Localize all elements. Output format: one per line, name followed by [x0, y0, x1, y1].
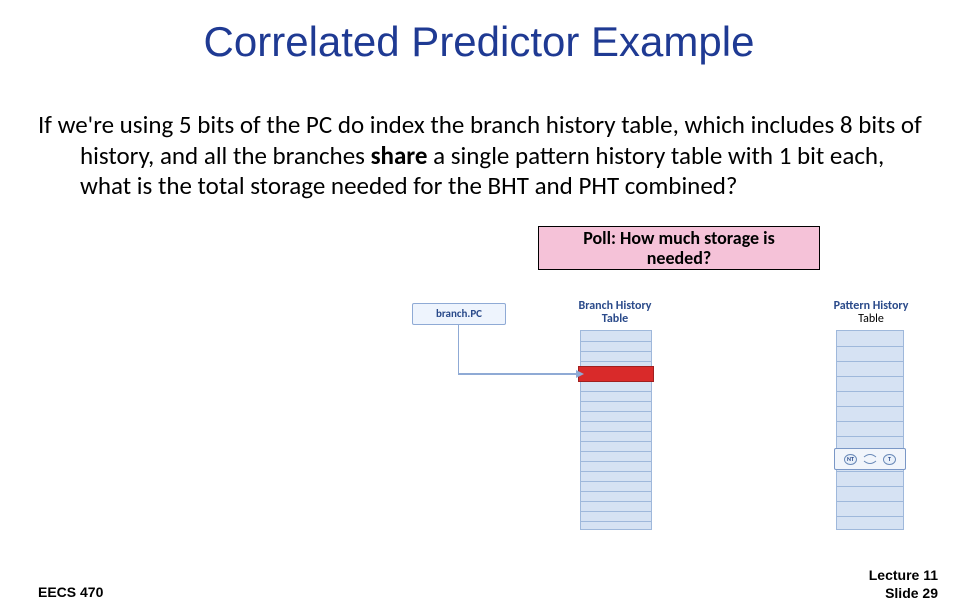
diagram: branch.PC Branch History Table Pattern H… [350, 300, 920, 540]
body-paragraph: If we're using 5 bits of the PC do index… [38, 110, 928, 202]
table-row [837, 486, 903, 493]
slide-title: Correlated Predictor Example [0, 18, 958, 66]
bht-highlighted-entry [578, 366, 654, 382]
poll-box: Poll: How much storage is needed? [538, 226, 820, 270]
state-nt-circle: NT [844, 454, 857, 465]
table-row [837, 516, 903, 523]
table-row [837, 436, 903, 443]
state-transition-arrows-icon [863, 453, 877, 465]
table-row [581, 441, 651, 448]
table-row [581, 391, 651, 398]
bht-column [580, 330, 652, 530]
table-row [581, 491, 651, 498]
pht-highlighted-entry: NT T [834, 448, 906, 470]
pht-label-bottom: Table [858, 312, 884, 326]
state-t-circle: T [883, 454, 896, 465]
table-row [837, 406, 903, 413]
table-row [581, 421, 651, 428]
table-row [581, 351, 651, 358]
table-row [581, 341, 651, 348]
table-row [581, 501, 651, 508]
pht-label-top: Pattern History [834, 299, 909, 313]
table-row [581, 451, 651, 458]
table-row [581, 461, 651, 468]
table-row [837, 501, 903, 508]
table-row [837, 376, 903, 383]
table-row [581, 471, 651, 478]
table-row [581, 381, 651, 388]
table-row [837, 391, 903, 398]
pht-column [836, 330, 904, 530]
poll-line2: needed? [543, 249, 815, 269]
pht-label: Pattern History Table [826, 300, 916, 326]
footer-course: EECS 470 [38, 584, 103, 600]
connector-arrow-icon [458, 314, 588, 378]
footer-lecture-slide: Lecture 11 Slide 29 [869, 567, 938, 602]
table-row [581, 411, 651, 418]
body-text-share: share [371, 140, 428, 171]
table-row [581, 521, 651, 528]
table-row [581, 511, 651, 518]
table-row [581, 401, 651, 408]
footer-slide: Slide 29 [869, 585, 938, 603]
table-row [581, 481, 651, 488]
table-row [581, 431, 651, 438]
table-row [837, 471, 903, 478]
table-row [837, 346, 903, 353]
footer-lecture: Lecture 11 [869, 567, 938, 585]
poll-line1: Poll: How much storage is [543, 229, 815, 249]
table-row [837, 421, 903, 428]
table-row [837, 361, 903, 368]
